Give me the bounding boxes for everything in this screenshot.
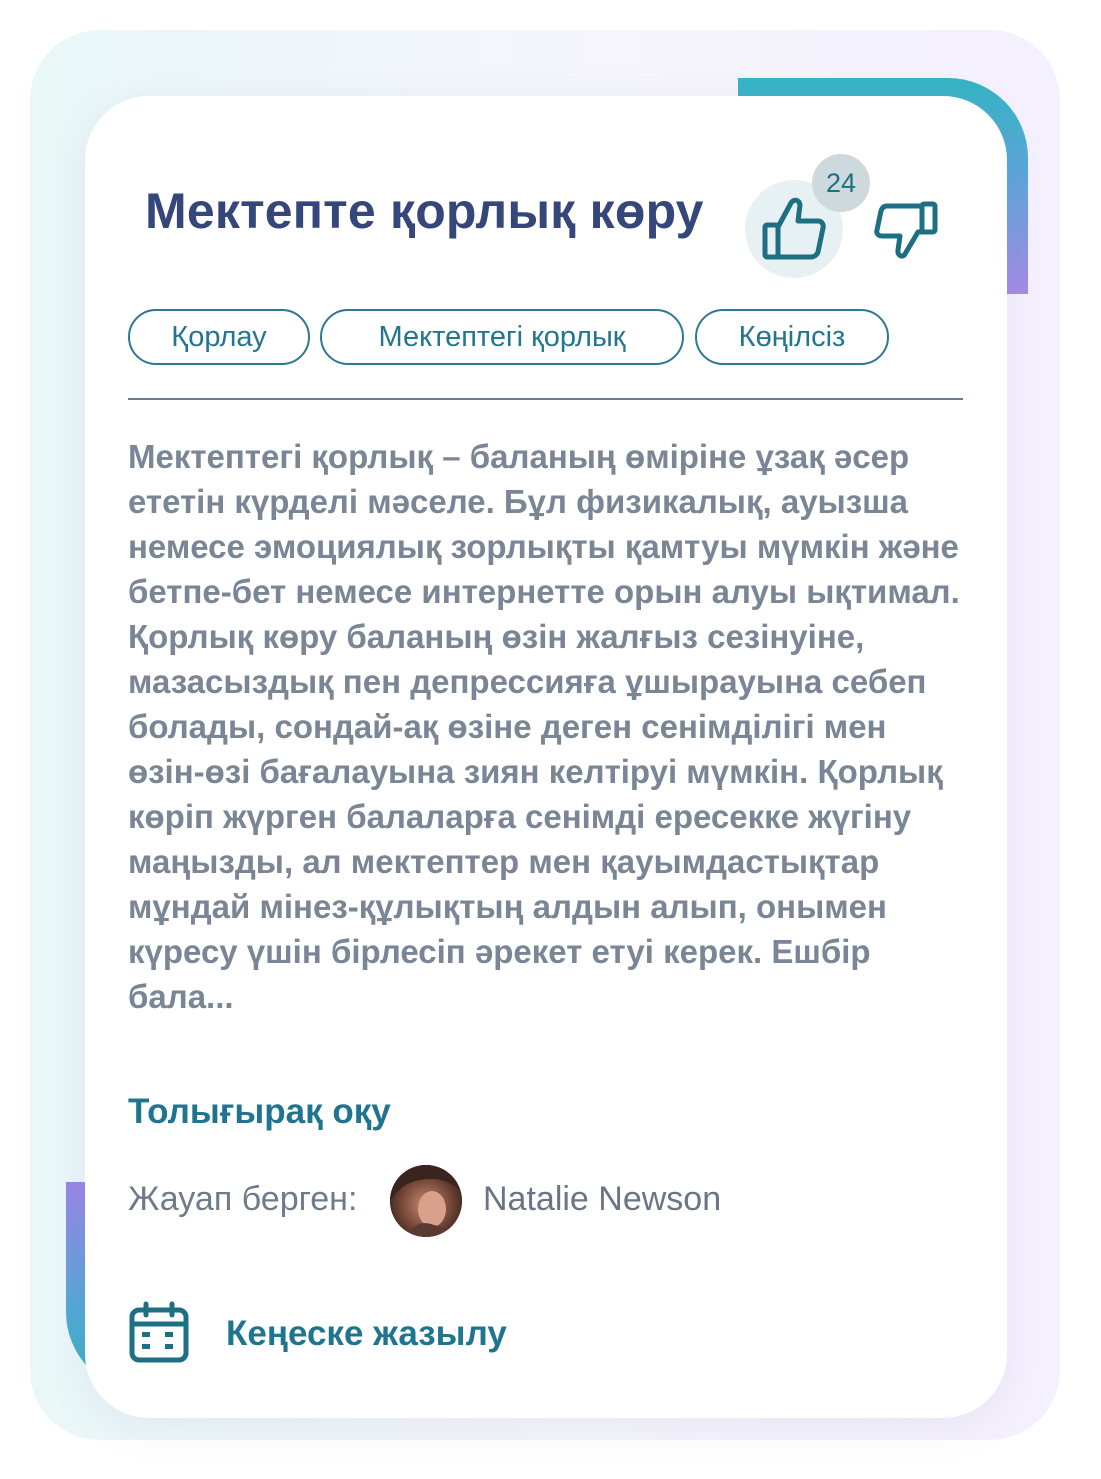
article-card: Мектепте қорлық көру 24 Қорлау Мектептег… (85, 96, 1007, 1418)
divider (128, 398, 963, 400)
book-consultation-label: Кеңеске жазылу (226, 1314, 507, 1353)
tag-chip[interactable]: Көңілсіз (695, 309, 889, 365)
like-count-badge: 24 (812, 154, 870, 212)
article-body: Мектептегі қорлық – баланың өміріне ұзақ… (128, 438, 960, 1015)
book-consultation-button[interactable]: Кеңеске жазылу (128, 1296, 588, 1376)
read-more-link[interactable]: Толығырақ оқу (128, 1092, 391, 1132)
author-name[interactable]: Natalie Newson (483, 1180, 721, 1219)
article-title: Мектепте қорлық көру (145, 183, 704, 239)
tag-chip[interactable]: Мектептегі қорлық (320, 309, 684, 365)
author-avatar[interactable] (390, 1165, 462, 1237)
thumbs-down-icon (873, 201, 939, 266)
dislike-button[interactable] (873, 200, 939, 262)
tag-chip[interactable]: Қорлау (128, 309, 310, 365)
answered-by-label: Жауап берген: (128, 1180, 358, 1218)
